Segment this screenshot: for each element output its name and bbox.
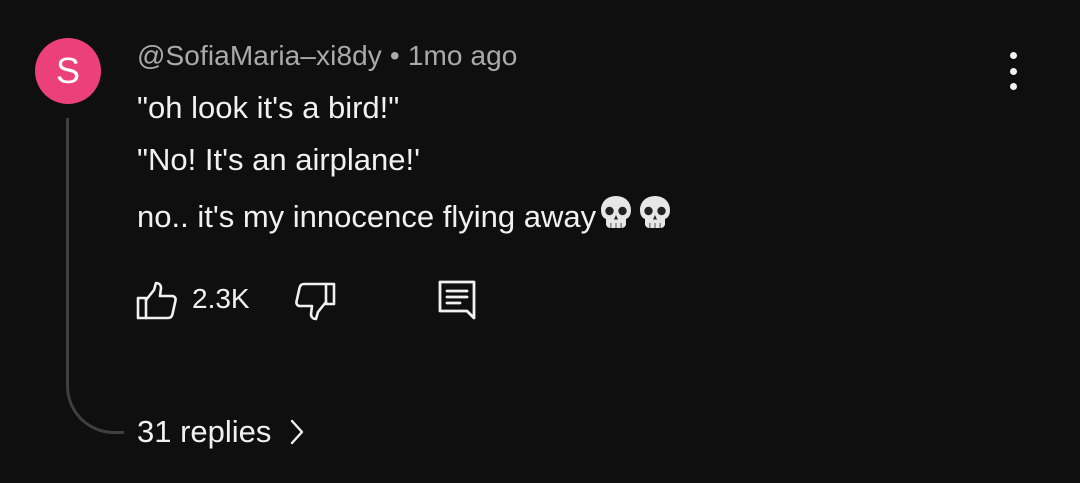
meta-separator: • bbox=[389, 40, 400, 71]
comment-text-line: no.. it's my innocence flying away bbox=[137, 199, 597, 234]
like-count: 2.3K bbox=[192, 283, 250, 314]
reply-comment-icon bbox=[438, 280, 476, 320]
view-replies-button[interactable]: 31 replies bbox=[137, 414, 305, 450]
like-button[interactable] bbox=[136, 280, 178, 322]
reply-button[interactable] bbox=[436, 278, 478, 322]
thumbs-up-icon bbox=[136, 281, 177, 320]
skull-icon bbox=[601, 196, 632, 228]
comment-text-line: "No! It's an airplane!' bbox=[137, 142, 421, 177]
replies-count-label: 31 replies bbox=[137, 414, 272, 449]
comment-text-line: "oh look it's a bird!" bbox=[137, 90, 400, 125]
author-handle[interactable]: @SofiaMaria–xi8dy bbox=[137, 40, 382, 71]
comment-age[interactable]: 1mo ago bbox=[408, 40, 518, 71]
kebab-dot bbox=[1009, 83, 1017, 90]
thread-line bbox=[66, 118, 124, 434]
chevron-right-icon bbox=[291, 419, 304, 445]
kebab-dot bbox=[1009, 67, 1017, 75]
thumbs-down-icon bbox=[295, 282, 336, 321]
dislike-button[interactable] bbox=[294, 280, 336, 322]
avatar-letter: S bbox=[55, 50, 80, 91]
skull-icon bbox=[640, 196, 671, 228]
more-vert-icon[interactable] bbox=[1000, 52, 1026, 90]
comment-meta: @SofiaMaria–xi8dy • 1mo ago bbox=[137, 40, 517, 72]
comment-text-line-last: no.. it's my innocence flying away bbox=[137, 193, 674, 235]
avatar[interactable]: S bbox=[35, 38, 101, 104]
kebab-dot bbox=[1009, 52, 1017, 59]
